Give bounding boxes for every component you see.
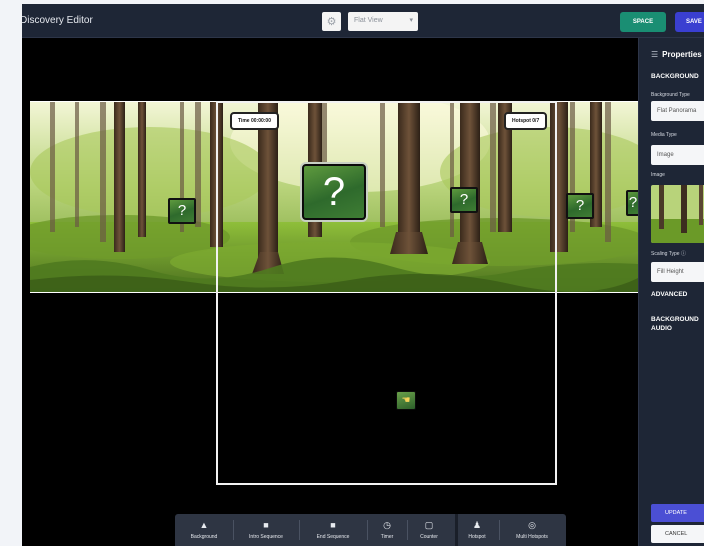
properties-title: ☰ Properties bbox=[651, 50, 702, 59]
question-mark-icon: ? bbox=[177, 202, 187, 219]
question-mark-icon: ? bbox=[322, 170, 346, 214]
scaling-type-label: Scaling Type ⓘ bbox=[651, 251, 686, 257]
question-mark-icon: ? bbox=[628, 194, 638, 211]
hotspot-marker[interactable]: ? bbox=[566, 193, 594, 219]
editor-app: Discovery Editor ⚙ Flat View ▾ SPACE SAV… bbox=[22, 4, 704, 546]
gear-icon: ⚙ bbox=[326, 16, 337, 28]
background-audio-section-heading[interactable]: BACKGROUND AUDIO bbox=[651, 315, 699, 333]
hotspot-icon: ♟ bbox=[472, 520, 482, 530]
tool-multi-hotspots[interactable]: ◎ Multi Hotspots bbox=[501, 514, 563, 546]
hotspot-marker-small[interactable]: ☚ bbox=[396, 391, 416, 410]
bottom-toolbar: ▲ Background ■ Intro Sequence ■ End Sequ… bbox=[175, 514, 566, 546]
space-button[interactable]: SPACE bbox=[620, 12, 666, 32]
view-mode-value: Flat View bbox=[354, 17, 383, 24]
view-mode-select[interactable]: Flat View ▾ bbox=[348, 12, 418, 31]
panel-icon: ☰ bbox=[651, 50, 659, 59]
background-type-select[interactable]: Flat Panorama bbox=[651, 101, 704, 121]
help-icon[interactable]: ⓘ bbox=[681, 251, 686, 257]
settings-button[interactable]: ⚙ bbox=[322, 12, 341, 31]
tool-counter[interactable]: ▢ Counter bbox=[409, 514, 449, 546]
properties-panel: ☰ Properties BACKGROUND Background Type F… bbox=[638, 38, 704, 546]
question-mark-icon: ? bbox=[575, 197, 585, 214]
tool-end-sequence[interactable]: ■ End Sequence bbox=[301, 514, 365, 546]
mountain-icon: ▲ bbox=[199, 520, 209, 530]
update-button[interactable]: UPDATE bbox=[651, 504, 704, 522]
media-type-label: Media Type bbox=[651, 132, 677, 138]
hotspot-marker[interactable]: ? bbox=[168, 198, 196, 224]
forest-thumbnail-graphic bbox=[651, 185, 704, 243]
top-bar: Discovery Editor ⚙ Flat View ▾ SPACE SAV… bbox=[22, 4, 704, 38]
advanced-section-heading[interactable]: ADVANCED bbox=[651, 290, 687, 299]
hotspot-marker[interactable]: ? bbox=[450, 187, 478, 213]
chevron-down-icon: ▾ bbox=[409, 17, 413, 24]
app-title: Discovery Editor bbox=[22, 15, 93, 26]
multi-hotspot-icon: ◎ bbox=[528, 520, 536, 530]
question-mark-icon: ? bbox=[459, 191, 469, 208]
toolbar-divider bbox=[499, 520, 500, 540]
toolbar-divider bbox=[367, 520, 368, 540]
stopwatch-icon: ◷ bbox=[383, 520, 391, 530]
save-button[interactable]: SAVE bbox=[675, 12, 704, 32]
toolbar-group-divider bbox=[455, 514, 458, 546]
background-section-heading: BACKGROUND bbox=[651, 73, 699, 80]
chat-icon: ■ bbox=[263, 520, 269, 530]
tool-intro-sequence[interactable]: ■ Intro Sequence bbox=[235, 514, 297, 546]
hand-icon: ☚ bbox=[401, 395, 411, 406]
counter-icon: ▢ bbox=[424, 520, 434, 530]
timer-overlay[interactable]: Time 00:00:00 bbox=[230, 112, 279, 130]
toolbar-divider bbox=[299, 520, 300, 540]
chat-icon: ■ bbox=[330, 520, 336, 530]
image-thumbnail[interactable] bbox=[651, 185, 704, 243]
tool-timer[interactable]: ◷ Timer bbox=[369, 514, 405, 546]
media-type-select[interactable]: Image bbox=[651, 145, 704, 165]
cancel-button[interactable]: CANCEL bbox=[651, 525, 704, 543]
scaling-type-select[interactable]: Fill Height bbox=[651, 262, 704, 282]
tool-hotspot[interactable]: ♟ Hotspot bbox=[459, 514, 495, 546]
toolbar-divider bbox=[233, 520, 234, 540]
toolbar-divider bbox=[407, 520, 408, 540]
image-label: Image bbox=[651, 172, 665, 178]
tool-background[interactable]: ▲ Background bbox=[177, 514, 231, 546]
hotspot-counter-overlay[interactable]: Hotspot 0/7 bbox=[504, 112, 548, 130]
hotspot-marker-selected[interactable]: ? bbox=[302, 164, 366, 220]
background-type-label: Background Type bbox=[651, 92, 690, 98]
